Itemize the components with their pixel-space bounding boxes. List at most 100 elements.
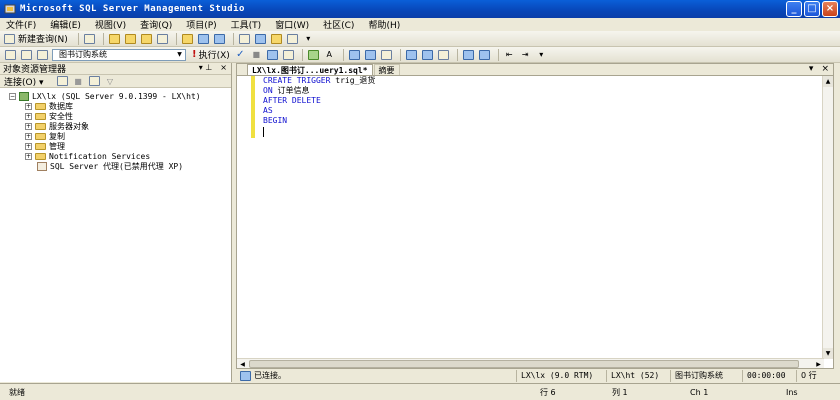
results-grid-button[interactable]	[405, 48, 418, 61]
tree-node-management[interactable]: + 管理	[0, 141, 231, 151]
decrease-indent-button[interactable]: ⇤	[503, 48, 516, 61]
connect-button[interactable]	[4, 48, 17, 61]
grid-icon	[405, 49, 417, 60]
expand-icon[interactable]: +	[25, 152, 32, 160]
expand-icon[interactable]: +	[25, 132, 32, 140]
query-designer-button[interactable]	[282, 48, 295, 61]
open-file-button[interactable]	[181, 32, 194, 45]
template-explorer-button[interactable]	[270, 32, 283, 45]
vertical-scrollbar[interactable]: ▲ ▼	[822, 76, 833, 359]
execute-button[interactable]: ! 执行(X)	[192, 48, 230, 61]
intellisense-button[interactable]: A	[323, 48, 336, 61]
menu-file[interactable]: 文件(F)	[6, 18, 36, 31]
scroll-down-icon[interactable]: ▼	[823, 348, 833, 359]
display-plan-button[interactable]	[266, 48, 279, 61]
tree-node-server[interactable]: − LX\lx (SQL Server 9.0.1399 - LX\ht)	[0, 91, 231, 101]
tree-node-security[interactable]: + 安全性	[0, 111, 231, 121]
status-ready: 就绪	[9, 387, 25, 397]
close-icon[interactable]: ×	[220, 63, 227, 72]
disconnect-button[interactable]	[20, 48, 33, 61]
object-explorer-toolbar: 连接(O) ▾ ■ ▽	[0, 75, 231, 88]
object-explorer-button[interactable]	[254, 32, 267, 45]
servers-icon	[238, 33, 250, 44]
plan-icon	[266, 49, 278, 60]
menu-help[interactable]: 帮助(H)	[368, 18, 400, 31]
execute-icon: !	[192, 49, 197, 60]
tree-node-sql-agent[interactable]: SQL Server 代理(已禁用代理 XP)	[0, 161, 231, 171]
tree-node-server-objects[interactable]: + 服务器对象	[0, 121, 231, 131]
scroll-up-icon[interactable]: ▲	[823, 76, 833, 87]
menu-view[interactable]: 视图(V)	[95, 18, 126, 31]
client-stats-button[interactable]	[364, 48, 377, 61]
increase-indent-button[interactable]: ⇥	[519, 48, 532, 61]
maximize-button[interactable]: □	[804, 1, 820, 17]
connection-status: 已连接。	[236, 370, 516, 381]
pin-icon[interactable]: ▾ ⊥	[199, 63, 213, 72]
save-all-button[interactable]	[213, 32, 226, 45]
connect-dropdown[interactable]: 连接(O) ▾	[4, 75, 44, 88]
expand-icon[interactable]: +	[25, 102, 32, 110]
expand-icon[interactable]: +	[25, 122, 32, 130]
change-connection-button[interactable]	[36, 48, 49, 61]
database-engine-query-button[interactable]	[83, 32, 96, 45]
close-button[interactable]: ×	[822, 1, 838, 17]
menu-tools[interactable]: 工具(T)	[231, 18, 262, 31]
mdx-query-button[interactable]	[124, 32, 137, 45]
tree-node-replication[interactable]: + 复制	[0, 131, 231, 141]
new-query-icon	[4, 33, 15, 44]
code-editor[interactable]: CREATE TRIGGER trig_退货 ON 订单信息 AFTER DEL…	[237, 76, 823, 359]
menu-community[interactable]: 社区(C)	[323, 18, 354, 31]
disconnect-button[interactable]	[56, 75, 69, 88]
menu-query[interactable]: 查询(Q)	[140, 18, 172, 31]
plan-include-icon	[348, 49, 360, 60]
folder-icon	[35, 122, 46, 130]
object-explorer-header: 对象资源管理器 ▾ ⊥ ×	[0, 63, 231, 75]
database-select[interactable]: 图书订购系统 ▼	[52, 48, 186, 61]
results-text-button[interactable]	[380, 48, 393, 61]
dmx-query-button[interactable]	[140, 32, 153, 45]
tree-node-notification-services[interactable]: + Notification Services	[0, 151, 231, 161]
parse-button[interactable]: ✓	[234, 48, 247, 61]
xmla-icon	[156, 33, 168, 44]
filter-button[interactable]: ▽	[104, 75, 117, 88]
toolbar-options-button[interactable]: ▾	[302, 32, 315, 45]
cube-icon	[108, 33, 120, 44]
properties-button[interactable]	[286, 32, 299, 45]
menu-project[interactable]: 项目(P)	[186, 18, 216, 31]
ssms-app-icon	[4, 4, 16, 14]
file-icon	[421, 49, 433, 60]
tab-summary[interactable]: 摘要	[373, 64, 400, 75]
xmla-query-button[interactable]	[156, 32, 169, 45]
new-query-button[interactable]: 新建查询(N)	[4, 32, 68, 45]
stop-button[interactable]: ■	[72, 75, 85, 88]
minimize-button[interactable]: _	[786, 1, 802, 17]
toolbar-options-button[interactable]: ▾	[535, 48, 548, 61]
uncomment-button[interactable]	[478, 48, 491, 61]
explorer-icon	[254, 33, 266, 44]
designer-icon	[282, 49, 294, 60]
results-file-button[interactable]	[421, 48, 434, 61]
tab-query1[interactable]: LX\lx.图书订...uery1.sql*	[247, 64, 373, 75]
menu-edit[interactable]: 编辑(E)	[50, 18, 81, 31]
analysis-query-button[interactable]	[108, 32, 121, 45]
chevron-down-icon[interactable]: ▾	[809, 64, 814, 74]
include-plan-button[interactable]	[348, 48, 361, 61]
save-button[interactable]	[197, 32, 210, 45]
comment-button[interactable]	[462, 48, 475, 61]
query-status-bar: 已连接。 LX\lx (9.0 RTM) LX\ht (52) 图书订购系统 0…	[236, 368, 834, 382]
specify-values-button[interactable]	[307, 48, 320, 61]
collapse-icon[interactable]: −	[9, 92, 16, 100]
refresh-button[interactable]	[88, 75, 101, 88]
registered-servers-button[interactable]	[238, 32, 251, 45]
close-icon[interactable]: ×	[821, 64, 829, 74]
server-label: LX\lx (SQL Server 9.0.1399 - LX\ht)	[32, 91, 201, 101]
tree-node-databases[interactable]: + 数据库	[0, 101, 231, 111]
cancel-query-button[interactable]: ■	[250, 48, 263, 61]
menu-window[interactable]: 窗口(W)	[275, 18, 309, 31]
expand-icon[interactable]: +	[25, 112, 32, 120]
toolbar-separator	[399, 48, 401, 61]
tree-node-label: 管理	[49, 141, 65, 151]
expand-icon[interactable]: +	[25, 142, 32, 150]
results-pane-button[interactable]	[437, 48, 450, 61]
scroll-thumb[interactable]	[249, 360, 799, 368]
